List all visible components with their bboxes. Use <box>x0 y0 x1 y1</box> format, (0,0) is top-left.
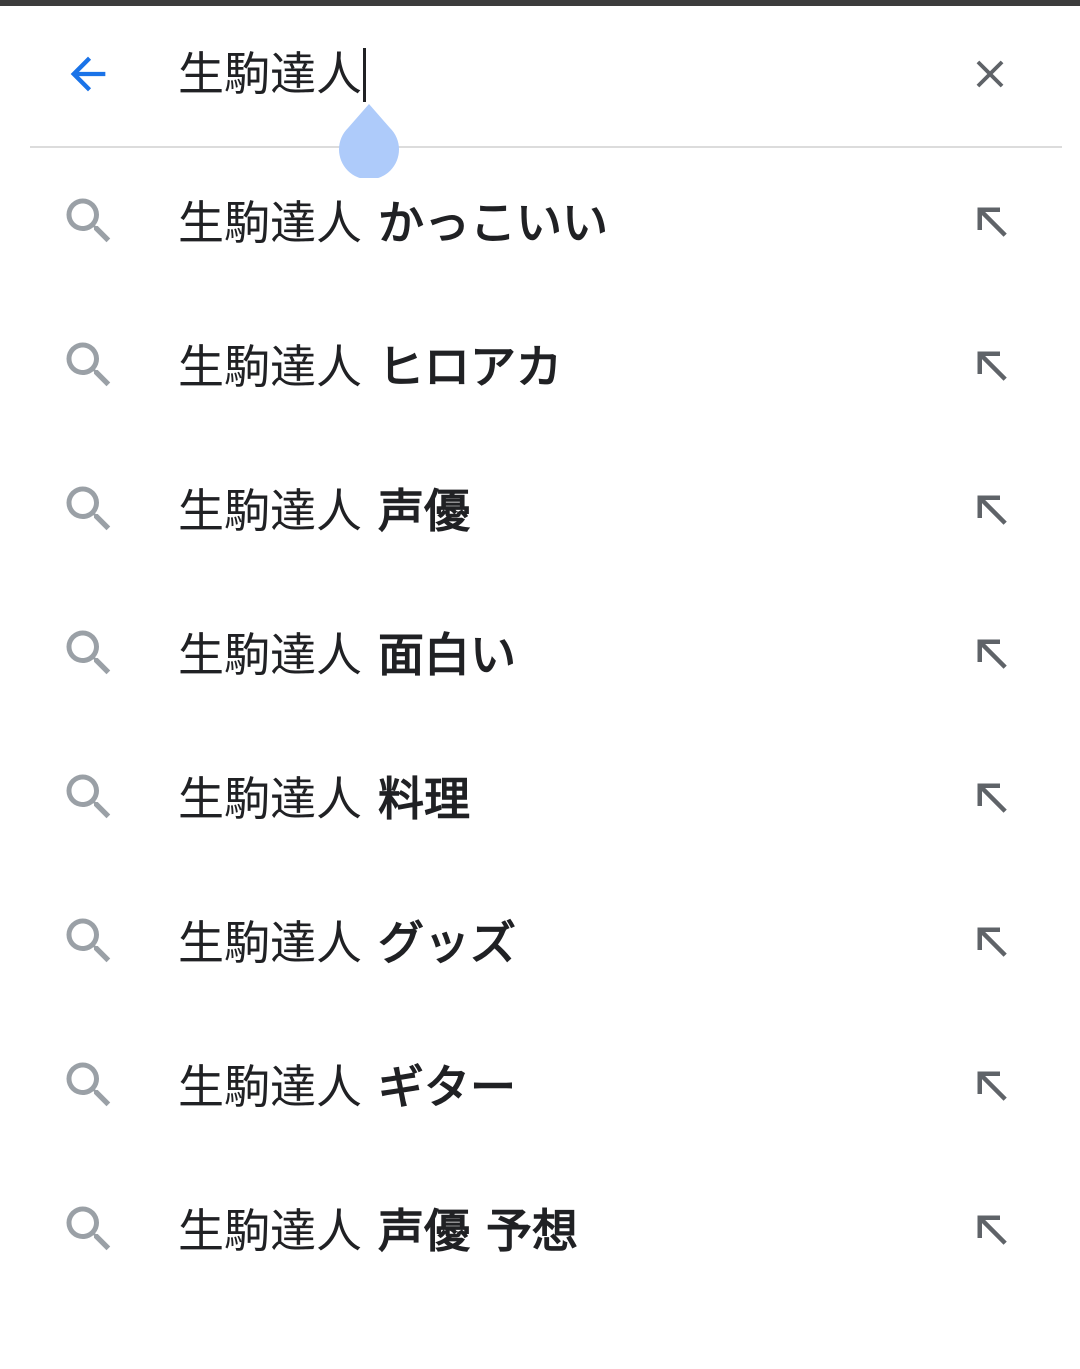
suggestion-text: 生駒達人 面白い <box>178 620 516 690</box>
search-query-text: 生駒達人 <box>178 47 362 101</box>
fill-query-button[interactable] <box>956 1050 1026 1120</box>
arrow-back-icon <box>70 56 106 92</box>
search-icon <box>56 908 122 974</box>
suggestion-base-text: 生駒達人 <box>178 772 362 826</box>
suggestion-completion-text: 料理 <box>362 772 471 826</box>
arrow-up-left-icon <box>977 783 1007 813</box>
fill-query-button[interactable] <box>956 1194 1026 1264</box>
suggestion-completion-text: かっこいい <box>362 196 609 250</box>
suggestion-base-text: 生駒達人 <box>178 484 362 538</box>
suggestion-text: 生駒達人 料理 <box>178 764 470 834</box>
suggestion-base-text: 生駒達人 <box>178 196 362 250</box>
arrow-up-left-icon <box>977 1071 1007 1101</box>
suggestion-completion-text: グッズ <box>362 916 517 970</box>
suggestion-item-4[interactable]: 生駒達人 面白い <box>0 582 1080 726</box>
suggestion-completion-text: 声優 予想 <box>362 1204 579 1258</box>
suggestion-item-3[interactable]: 生駒達人 声優 <box>0 438 1080 582</box>
search-icon <box>56 764 122 830</box>
suggestion-item-8[interactable]: 生駒達人 声優 予想 <box>0 1158 1080 1302</box>
arrow-up-left-icon <box>977 351 1007 381</box>
suggestion-text: 生駒達人 グッズ <box>178 908 516 978</box>
arrow-up-left-icon <box>977 1215 1007 1245</box>
suggestion-text: 生駒達人 かっこいい <box>178 188 608 258</box>
suggestion-item-1[interactable]: 生駒達人 かっこいい <box>0 150 1080 294</box>
search-icon <box>56 332 122 398</box>
arrow-up-left-icon <box>977 495 1007 525</box>
suggestion-base-text: 生駒達人 <box>178 1060 362 1114</box>
suggestion-completion-text: 声優 <box>362 484 471 538</box>
suggestion-base-text: 生駒達人 <box>178 628 362 682</box>
arrow-up-left-icon <box>977 207 1007 237</box>
suggestion-completion-text: 面白い <box>362 628 517 682</box>
suggestion-text: 生駒達人 ギター <box>178 1052 516 1122</box>
search-icon <box>56 188 122 254</box>
suggestion-base-text: 生駒達人 <box>178 916 362 970</box>
suggestion-item-6[interactable]: 生駒達人 グッズ <box>0 870 1080 1014</box>
search-divider <box>30 146 1062 148</box>
fill-query-button[interactable] <box>956 186 1026 256</box>
search-icon <box>56 1052 122 1118</box>
search-icon <box>56 476 122 542</box>
back-button[interactable] <box>50 36 126 112</box>
arrow-up-left-icon <box>977 927 1007 957</box>
suggestion-completion-text: ヒロアカ <box>362 340 563 394</box>
suggestion-base-text: 生駒達人 <box>178 1204 362 1258</box>
suggestion-text: 生駒達人 ヒロアカ <box>178 332 562 402</box>
suggestion-item-2[interactable]: 生駒達人 ヒロアカ <box>0 294 1080 438</box>
arrow-up-left-icon <box>977 639 1007 669</box>
fill-query-button[interactable] <box>956 330 1026 400</box>
suggestion-item-7[interactable]: 生駒達人 ギター <box>0 1014 1080 1158</box>
suggestion-base-text: 生駒達人 <box>178 340 362 394</box>
suggestion-completion-text: ギター <box>362 1060 517 1114</box>
suggestion-list: 生駒達人 かっこいい 生駒達人 ヒロアカ 生駒達人 声優 生駒達人 面白い 生駒… <box>0 150 1080 1302</box>
clear-button[interactable] <box>952 36 1028 112</box>
fill-query-button[interactable] <box>956 474 1026 544</box>
suggestion-text: 生駒達人 声優 <box>178 476 470 546</box>
search-icon <box>56 620 122 686</box>
fill-query-button[interactable] <box>956 618 1026 688</box>
search-icon <box>56 1196 122 1262</box>
suggestion-item-5[interactable]: 生駒達人 料理 <box>0 726 1080 870</box>
close-icon <box>976 60 1004 88</box>
search-input[interactable]: 生駒達人 <box>178 42 366 106</box>
suggestion-text: 生駒達人 声優 予想 <box>178 1196 578 1266</box>
search-bar: 生駒達人 <box>0 6 1080 146</box>
fill-query-button[interactable] <box>956 762 1026 832</box>
text-caret <box>363 47 366 102</box>
fill-query-button[interactable] <box>956 906 1026 976</box>
